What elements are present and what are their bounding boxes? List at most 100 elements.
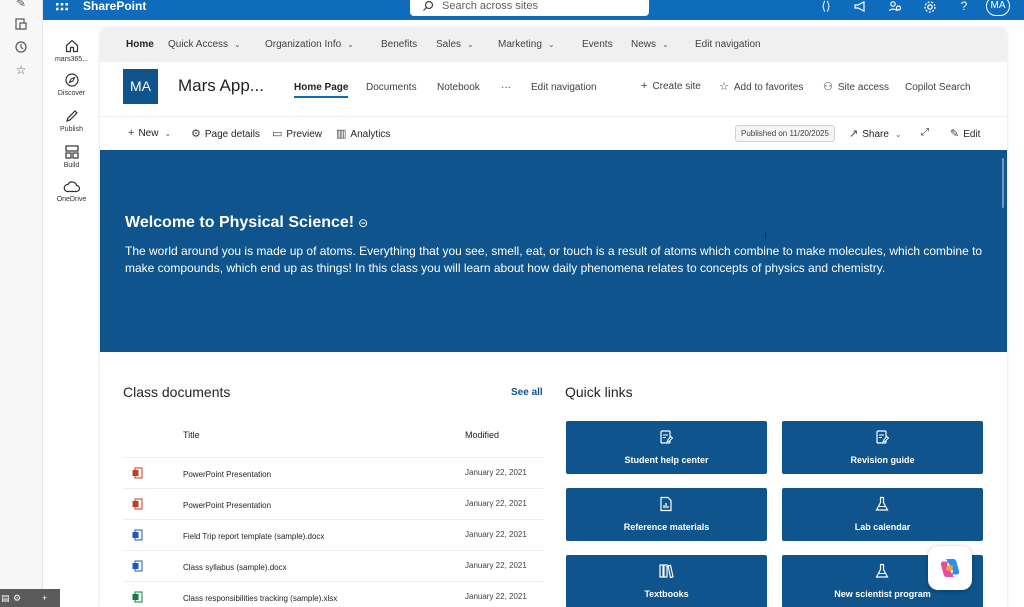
quick-link-label: Student help center xyxy=(624,455,709,465)
hub-nav-label: Quick Access xyxy=(168,39,229,50)
quick-link-label: Lab calendar xyxy=(854,522,911,532)
taskbar-edge-icon[interactable]: ▤ xyxy=(1,589,10,607)
table-row[interactable]: PowerPoint Presentation January 22, 2021 xyxy=(123,489,543,520)
edit-button[interactable]: ✎ Edit xyxy=(950,127,980,140)
create-site-button[interactable]: + Create site xyxy=(641,80,701,92)
command-bar: + New ⌄ ⚙ Page details ▭ Preview ▥ Analytics … xyxy=(100,116,1007,150)
history-icon[interactable] xyxy=(14,40,28,54)
site-nav-home-page[interactable]: Home Page xyxy=(294,82,349,98)
chevron-down-icon: ⌄ xyxy=(894,130,902,139)
quick-link-student-help-center[interactable]: Student help center xyxy=(566,421,767,474)
table-row[interactable]: PowerPoint Presentation January 22, 2021 xyxy=(123,458,543,489)
site-nav-more[interactable]: ··· xyxy=(501,82,511,93)
hero-body: The world around you is made up of atoms… xyxy=(125,244,983,275)
file-name[interactable]: Class syllabus (sample).docx xyxy=(183,563,287,572)
quick-link-revision-guide[interactable]: Revision guide xyxy=(782,421,983,474)
file-name[interactable]: Field Trip report template (sample).docx xyxy=(183,532,324,541)
file-name[interactable]: PowerPoint Presentation xyxy=(183,501,271,510)
page-details-button[interactable]: ⚙ Page details xyxy=(191,127,260,140)
discover-icon xyxy=(64,73,79,87)
megaphone-icon[interactable] xyxy=(853,0,867,14)
see-all-link[interactable]: See all xyxy=(511,387,543,398)
pin-icon[interactable]: ✎ xyxy=(14,0,28,10)
quick-links-title: Quick links xyxy=(565,384,633,400)
app-bar-label: Discover xyxy=(57,90,86,97)
taskbar-app-icon[interactable]: ⚙ xyxy=(13,589,21,607)
hub-nav-label: Organization Info xyxy=(265,39,342,50)
site-nav-edit-navigation[interactable]: Edit navigation xyxy=(531,82,597,93)
copilot-button[interactable] xyxy=(928,546,972,590)
quick-link-label: Reference materials xyxy=(623,522,710,532)
global-search[interactable] xyxy=(410,0,649,16)
app-bar-item-onedrive[interactable]: OneDrive xyxy=(43,180,100,203)
search-input[interactable] xyxy=(442,0,642,12)
suite-bar: SharePoint ⟨⟩ ? MA xyxy=(43,0,1024,20)
help-icon[interactable]: ? xyxy=(957,0,971,14)
hub-nav-sales[interactable]: Sales ⌄ xyxy=(436,39,474,50)
favorites-icon[interactable]: ☆ xyxy=(14,63,28,77)
column-title[interactable]: Title xyxy=(183,430,200,440)
app-bar-item-home[interactable]: mars365... xyxy=(43,38,100,63)
new-button[interactable]: + New ⌄ xyxy=(128,127,171,139)
file-name[interactable]: Class responsibilities tracking (sample)… xyxy=(183,594,337,603)
hub-nav-events[interactable]: Events xyxy=(582,39,613,50)
people-icon: ⚇ xyxy=(823,81,833,93)
site-nav-notebook[interactable]: Notebook xyxy=(437,82,480,93)
expand-icon[interactable]: ⤢ xyxy=(921,127,929,138)
hub-nav-marketing[interactable]: Marketing ⌄ xyxy=(498,39,555,50)
site-nav-documents[interactable]: Documents xyxy=(366,82,417,93)
hub-navigation: Home Quick Access ⌄ Organization Info ⌄ Be… xyxy=(100,28,1007,62)
hub-nav-benefits[interactable]: Benefits xyxy=(381,39,417,50)
hub-nav-home[interactable]: Home xyxy=(126,39,154,50)
hub-nav-quick-access[interactable]: Quick Access ⌄ xyxy=(168,39,241,50)
share-label: Share xyxy=(862,129,889,140)
notepad-edit-icon xyxy=(660,430,674,444)
text-cursor-icon: I xyxy=(764,230,768,242)
app-bar-item-publish[interactable]: Publish xyxy=(43,108,100,133)
quick-link-lab-calendar[interactable]: Lab calendar xyxy=(782,488,983,541)
analytics-label: Analytics xyxy=(350,129,391,140)
column-modified[interactable]: Modified xyxy=(465,430,499,440)
code-icon[interactable]: ⟨⟩ xyxy=(819,0,833,14)
quick-link-label: Textbooks xyxy=(644,589,689,599)
hero-title-wrap: Welcome to Physical Science! ⊝ xyxy=(125,214,368,232)
file-name[interactable]: PowerPoint Presentation xyxy=(183,470,271,479)
quick-link-textbooks[interactable]: Textbooks xyxy=(566,555,767,607)
analytics-button[interactable]: ▥ Analytics xyxy=(336,127,390,140)
hub-nav-organization-info[interactable]: Organization Info ⌄ xyxy=(265,39,354,50)
word-file-icon xyxy=(132,529,143,541)
pencil-icon xyxy=(65,110,78,122)
app-brand[interactable]: SharePoint xyxy=(83,0,146,13)
create-site-label: Create site xyxy=(652,81,701,92)
hub-nav-news[interactable]: News ⌄ xyxy=(631,39,669,50)
chevron-down-icon: ⌄ xyxy=(234,40,241,49)
site-logo[interactable]: MA xyxy=(123,69,158,104)
share-icon: ↗ xyxy=(849,128,859,140)
new-tab-icon[interactable]: + xyxy=(42,589,47,607)
link-icon[interactable]: ⊝ xyxy=(358,216,368,230)
build-icon xyxy=(64,145,79,159)
word-file-icon xyxy=(132,560,143,572)
table-row[interactable]: Class responsibilities tracking (sample)… xyxy=(123,582,543,607)
quick-link-reference-materials[interactable]: Reference materials xyxy=(566,488,767,541)
table-row[interactable]: Field Trip report template (sample).docx… xyxy=(123,520,543,551)
app-bar-item-build[interactable]: Build xyxy=(43,144,100,169)
hub-nav-edit-navigation[interactable]: Edit navigation xyxy=(695,39,761,50)
collections-icon[interactable] xyxy=(14,17,28,31)
share-button[interactable]: ↗ Share ⌄ xyxy=(849,127,902,140)
user-avatar[interactable]: MA xyxy=(986,0,1010,16)
add-to-favorites-button[interactable]: ☆ Add to favorites xyxy=(719,80,803,93)
site-title[interactable]: Mars App... xyxy=(178,76,264,96)
app-launcher-icon[interactable] xyxy=(55,2,69,16)
file-modified: January 22, 2021 xyxy=(465,561,527,570)
settings-gear-icon[interactable] xyxy=(923,0,937,14)
people-connect-icon[interactable] xyxy=(888,0,902,14)
table-row[interactable]: Class syllabus (sample).docx January 22,… xyxy=(123,551,543,582)
site-access-button[interactable]: ⚇ Site access xyxy=(823,80,889,93)
add-to-favorites-label: Add to favorites xyxy=(733,82,804,93)
scrollbar-thumb[interactable] xyxy=(1002,158,1004,208)
preview-button[interactable]: ▭ Preview xyxy=(272,127,322,140)
chevron-down-icon: ⌄ xyxy=(467,40,474,49)
app-bar-item-discover[interactable]: Discover xyxy=(43,72,100,97)
copilot-search-button[interactable]: Copilot Search xyxy=(905,82,971,93)
